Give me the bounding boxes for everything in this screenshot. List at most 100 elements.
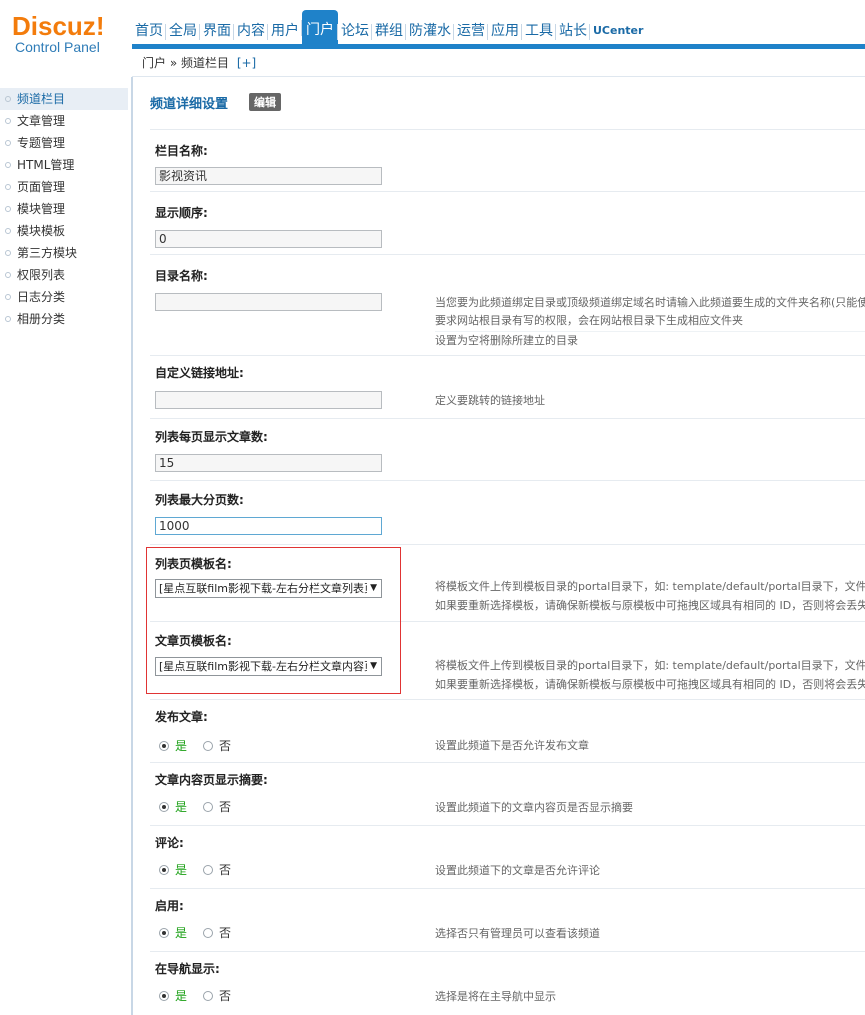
radio-yes-label[interactable]: 是 [175,861,187,878]
radio-yes-label[interactable]: 是 [175,798,187,815]
nav-group[interactable]: 群组 [371,14,406,48]
chevron-down-icon: ▼ [367,658,377,675]
bullet-icon [5,294,11,300]
column-name-input[interactable]: 影视资讯 [155,167,382,185]
section-title: 频道详细设置 [150,97,229,112]
bullet-icon [5,316,11,322]
dir-name-input[interactable] [155,293,382,311]
custom-url-input[interactable] [155,391,382,409]
sidebar-item-block-template[interactable]: 模块模板 [0,220,128,242]
radio-no-label[interactable]: 否 [219,798,231,815]
max-pages-input[interactable]: 1000 [155,517,382,535]
logo[interactable]: Discuz! Control Panel [12,12,104,54]
nav-ucenter[interactable]: UCenter [588,14,646,48]
radio-no[interactable] [203,801,214,812]
sidebar-item-label: 第三方模块 [17,246,78,260]
sidebar-item-topic[interactable]: 专题管理 [0,132,128,154]
hint-text: 如果要重新选择模板，请确保新模板与原模板中可拖拽区域具有相同的 ID，否则将会丢… [435,678,865,691]
radio-yes-label[interactable]: 是 [175,737,187,754]
sidebar-item-label: 权限列表 [17,268,66,282]
sidebar-item-channel[interactable]: 频道栏目 [0,88,128,110]
radio-no[interactable] [203,740,214,751]
breadcrumb: 门户 » 频道栏目 [+] [132,49,865,77]
sidebar-item-third-block[interactable]: 第三方模块 [0,242,128,264]
sidebar-item-label: 相册分类 [17,312,66,326]
radio-no-label[interactable]: 否 [219,987,231,1004]
radio-yes[interactable] [159,740,169,751]
header: Discuz! Control Panel 首页 全局 界面 内容 用户 门户 … [0,0,865,54]
radio-no-label[interactable]: 否 [219,737,231,754]
breadcrumb-add-link[interactable]: [+] [237,56,256,70]
hint-text: 设置此频道下的文章内容页是否显示摘要 [435,801,633,814]
field-label: 文章内容页显示摘要: [155,773,268,787]
field-summary: 文章内容页显示摘要: 是 否 设置此频道下的文章内容页是否显示摘要 [150,762,865,825]
logo-brand: Discuz [12,11,96,41]
bullet-icon [5,162,11,168]
nav-user[interactable]: 用户 [267,14,302,48]
field-comment: 评论: 是 否 设置此频道下的文章是否允许评论 [150,825,865,888]
top-nav: 首页 全局 界面 内容 用户 门户 论坛 群组 防灌水 运营 应用 工具 站长 … [132,10,646,48]
hint-text: 设置为空将删除所建立的目录 [435,331,865,350]
radio-no[interactable] [203,990,214,1001]
radio-yes[interactable] [159,927,169,938]
select-value: [星点互联film影视下载-左右分栏文章内容页 [159,660,375,673]
hint-text: 定义要跳转的链接地址 [435,394,545,407]
field-column-name: 栏目名称: 影视资讯 [150,129,865,191]
nav-extended[interactable]: 运营 [453,14,488,48]
bullet-icon [5,206,11,212]
sidebar-item-block[interactable]: 模块管理 [0,198,128,220]
nav-founder[interactable]: 站长 [555,14,590,48]
sidebar-item-html[interactable]: HTML管理 [0,154,128,176]
field-label: 启用: [155,899,184,913]
per-page-input[interactable]: 15 [155,454,382,472]
hint-text: 将模板文件上传到模板目录的portal目录下，如: template/defau… [435,580,865,593]
sidebar-item-page[interactable]: 页面管理 [0,176,128,198]
breadcrumb-text: 门户 » 频道栏目 [142,56,229,70]
nav-safe[interactable]: 防灌水 [405,14,454,48]
bullet-icon [5,140,11,146]
radio-yes[interactable] [159,801,169,812]
hint-text: 要求网站根目录有写的权限，会在网站根目录下生成相应文件夹 [435,314,743,327]
radio-yes-label[interactable]: 是 [175,987,187,1004]
edit-button[interactable]: 编辑 [249,93,281,111]
sidebar-item-label: 日志分类 [17,290,66,304]
radio-no[interactable] [203,864,214,875]
logo-subtitle: Control Panel [15,39,100,55]
article-template-select[interactable]: [星点互联film影视下载-左右分栏文章内容页 ▼ [155,657,382,676]
radio-no-label[interactable]: 否 [219,924,231,941]
sidebar-item-article[interactable]: 文章管理 [0,110,128,132]
sidebar-item-permission[interactable]: 权限列表 [0,264,128,286]
radio-no[interactable] [203,927,214,938]
field-label: 自定义链接地址: [155,366,244,380]
sidebar-item-album-category[interactable]: 相册分类 [0,308,128,330]
nav-global[interactable]: 全局 [165,14,200,48]
display-order-input[interactable]: 0 [155,230,382,248]
comment-radio-group: 是 否 [159,861,231,878]
logo-bang: ! [95,11,105,41]
nav-tools[interactable]: 工具 [521,14,556,48]
field-custom-url: 自定义链接地址: 定义要跳转的链接地址 [150,355,865,418]
nav-forum[interactable]: 论坛 [337,14,372,48]
nav-style[interactable]: 界面 [199,14,234,48]
hint-text: 将模板文件上传到模板目录的portal目录下，如: template/defau… [435,659,865,672]
sidebar: 频道栏目 文章管理 专题管理 HTML管理 页面管理 模块管理 模块模板 第三方… [0,88,128,1015]
sidebar-item-label: 文章管理 [17,114,66,128]
radio-yes-label[interactable]: 是 [175,924,187,941]
nav-plugin[interactable]: 应用 [487,14,522,48]
list-template-select[interactable]: [星点互联film影视下载-左右分栏文章列表页 ▼ [155,579,382,598]
radio-yes[interactable] [159,990,169,1001]
bullet-icon [5,250,11,256]
radio-no-label[interactable]: 否 [219,861,231,878]
nav-show-radio-group: 是 否 [159,987,231,1004]
nav-home[interactable]: 首页 [132,14,166,48]
nav-content[interactable]: 内容 [233,14,268,48]
hint-text: 如果要重新选择模板，请确保新模板与原模板中可拖拽区域具有相同的 ID，否则将会丢… [435,599,865,612]
sidebar-item-blog-category[interactable]: 日志分类 [0,286,128,308]
bullet-icon [5,184,11,190]
radio-yes[interactable] [159,864,169,875]
field-per-page: 列表每页显示文章数: 15 [150,418,865,480]
nav-portal[interactable]: 门户 [301,10,338,48]
field-dir-name: 目录名称: 当您要为此频道绑定目录或顶级频道绑定域名时请输入此频道要生成的文件夹… [150,254,865,355]
bullet-icon [5,272,11,278]
field-label: 列表页模板名: [155,557,232,571]
